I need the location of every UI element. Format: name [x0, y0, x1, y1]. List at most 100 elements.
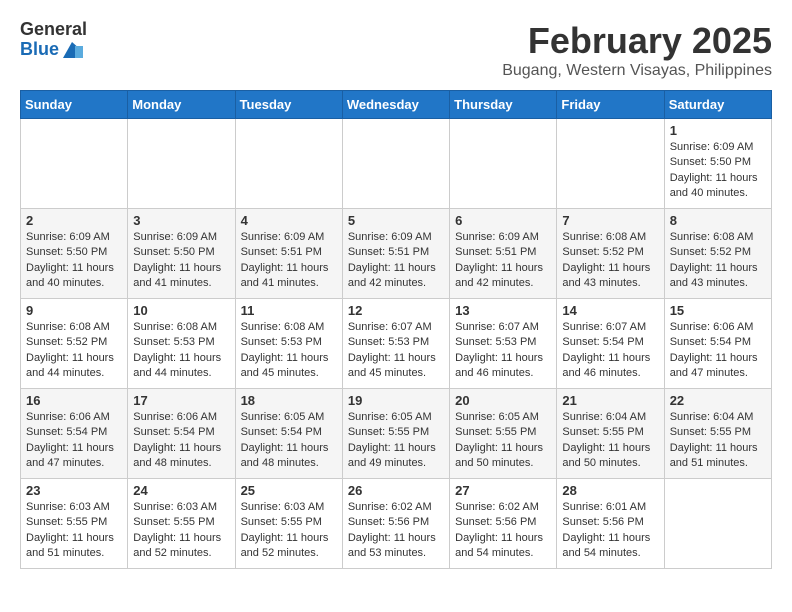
calendar-cell: 10 Sunrise: 6:08 AM Sunset: 5:53 PM Dayl… [128, 299, 235, 389]
sunset-label: Sunset: 5:50 PM [670, 156, 751, 168]
sunrise-label: Sunrise: 6:05 AM [241, 411, 325, 423]
day-number: 21 [562, 393, 658, 408]
day-number: 3 [133, 213, 229, 228]
day-info: Sunrise: 6:07 AM Sunset: 5:53 PM Dayligh… [348, 320, 444, 382]
day-number: 20 [455, 393, 551, 408]
calendar-table: SundayMondayTuesdayWednesdayThursdayFrid… [20, 90, 772, 569]
sunrise-label: Sunrise: 6:03 AM [133, 501, 217, 513]
calendar-cell: 16 Sunrise: 6:06 AM Sunset: 5:54 PM Dayl… [21, 389, 128, 479]
calendar-cell: 18 Sunrise: 6:05 AM Sunset: 5:54 PM Dayl… [235, 389, 342, 479]
day-number: 9 [26, 303, 122, 318]
day-number: 28 [562, 483, 658, 498]
logo-icon [61, 40, 83, 60]
sunrise-label: Sunrise: 6:07 AM [348, 321, 432, 333]
sunrise-label: Sunrise: 6:09 AM [670, 141, 754, 153]
logo: General Blue [20, 20, 87, 60]
sunset-label: Sunset: 5:51 PM [241, 246, 322, 258]
sunrise-label: Sunrise: 6:08 AM [241, 321, 325, 333]
sunrise-label: Sunrise: 6:03 AM [26, 501, 110, 513]
sunset-label: Sunset: 5:53 PM [348, 336, 429, 348]
day-info: Sunrise: 6:08 AM Sunset: 5:53 PM Dayligh… [241, 320, 337, 382]
sunset-label: Sunset: 5:50 PM [26, 246, 107, 258]
calendar-cell: 4 Sunrise: 6:09 AM Sunset: 5:51 PM Dayli… [235, 209, 342, 299]
day-number: 15 [670, 303, 766, 318]
daylight-label: Daylight: 11 hours and 40 minutes. [26, 262, 114, 289]
sunset-label: Sunset: 5:55 PM [133, 516, 214, 528]
sunrise-label: Sunrise: 6:02 AM [348, 501, 432, 513]
day-info: Sunrise: 6:09 AM Sunset: 5:50 PM Dayligh… [670, 140, 766, 202]
calendar-cell: 7 Sunrise: 6:08 AM Sunset: 5:52 PM Dayli… [557, 209, 664, 299]
sunrise-label: Sunrise: 6:07 AM [455, 321, 539, 333]
day-info: Sunrise: 6:09 AM Sunset: 5:51 PM Dayligh… [348, 230, 444, 292]
daylight-label: Daylight: 11 hours and 41 minutes. [241, 262, 329, 289]
day-info: Sunrise: 6:02 AM Sunset: 5:56 PM Dayligh… [348, 500, 444, 562]
day-number: 16 [26, 393, 122, 408]
calendar-cell: 21 Sunrise: 6:04 AM Sunset: 5:55 PM Dayl… [557, 389, 664, 479]
day-number: 4 [241, 213, 337, 228]
title-block: February 2025 Bugang, Western Visayas, P… [502, 20, 772, 80]
day-number: 23 [26, 483, 122, 498]
sunrise-label: Sunrise: 6:09 AM [26, 231, 110, 243]
day-number: 19 [348, 393, 444, 408]
day-info: Sunrise: 6:05 AM Sunset: 5:55 PM Dayligh… [348, 410, 444, 472]
calendar-week-row: 16 Sunrise: 6:06 AM Sunset: 5:54 PM Dayl… [21, 389, 772, 479]
calendar-cell [450, 119, 557, 209]
calendar-cell: 25 Sunrise: 6:03 AM Sunset: 5:55 PM Dayl… [235, 479, 342, 569]
page-header: General Blue February 2025 Bugang, Weste… [20, 20, 772, 80]
daylight-label: Daylight: 11 hours and 54 minutes. [562, 532, 650, 559]
calendar-cell [21, 119, 128, 209]
day-number: 14 [562, 303, 658, 318]
weekday-header-tuesday: Tuesday [235, 91, 342, 119]
sunset-label: Sunset: 5:56 PM [455, 516, 536, 528]
sunrise-label: Sunrise: 6:09 AM [455, 231, 539, 243]
calendar-cell: 6 Sunrise: 6:09 AM Sunset: 5:51 PM Dayli… [450, 209, 557, 299]
sunset-label: Sunset: 5:54 PM [241, 426, 322, 438]
sunrise-label: Sunrise: 6:04 AM [670, 411, 754, 423]
day-info: Sunrise: 6:05 AM Sunset: 5:54 PM Dayligh… [241, 410, 337, 472]
day-number: 7 [562, 213, 658, 228]
daylight-label: Daylight: 11 hours and 46 minutes. [562, 352, 650, 379]
logo-blue: Blue [20, 40, 59, 60]
sunrise-label: Sunrise: 6:08 AM [26, 321, 110, 333]
calendar-cell: 19 Sunrise: 6:05 AM Sunset: 5:55 PM Dayl… [342, 389, 449, 479]
calendar-cell: 14 Sunrise: 6:07 AM Sunset: 5:54 PM Dayl… [557, 299, 664, 389]
day-number: 12 [348, 303, 444, 318]
day-info: Sunrise: 6:08 AM Sunset: 5:52 PM Dayligh… [26, 320, 122, 382]
sunrise-label: Sunrise: 6:01 AM [562, 501, 646, 513]
day-number: 6 [455, 213, 551, 228]
calendar-cell: 26 Sunrise: 6:02 AM Sunset: 5:56 PM Dayl… [342, 479, 449, 569]
calendar-cell [664, 479, 771, 569]
day-info: Sunrise: 6:02 AM Sunset: 5:56 PM Dayligh… [455, 500, 551, 562]
day-info: Sunrise: 6:09 AM Sunset: 5:50 PM Dayligh… [26, 230, 122, 292]
sunrise-label: Sunrise: 6:05 AM [455, 411, 539, 423]
day-number: 25 [241, 483, 337, 498]
sunset-label: Sunset: 5:53 PM [133, 336, 214, 348]
month-title: February 2025 [502, 20, 772, 62]
sunset-label: Sunset: 5:55 PM [455, 426, 536, 438]
daylight-label: Daylight: 11 hours and 54 minutes. [455, 532, 543, 559]
daylight-label: Daylight: 11 hours and 40 minutes. [670, 172, 758, 199]
day-info: Sunrise: 6:08 AM Sunset: 5:53 PM Dayligh… [133, 320, 229, 382]
calendar-cell: 8 Sunrise: 6:08 AM Sunset: 5:52 PM Dayli… [664, 209, 771, 299]
weekday-header-thursday: Thursday [450, 91, 557, 119]
sunset-label: Sunset: 5:52 PM [670, 246, 751, 258]
calendar-cell: 1 Sunrise: 6:09 AM Sunset: 5:50 PM Dayli… [664, 119, 771, 209]
day-number: 10 [133, 303, 229, 318]
sunrise-label: Sunrise: 6:09 AM [241, 231, 325, 243]
weekday-header-sunday: Sunday [21, 91, 128, 119]
sunset-label: Sunset: 5:55 PM [26, 516, 107, 528]
weekday-header-friday: Friday [557, 91, 664, 119]
day-info: Sunrise: 6:06 AM Sunset: 5:54 PM Dayligh… [133, 410, 229, 472]
day-number: 5 [348, 213, 444, 228]
calendar-cell: 27 Sunrise: 6:02 AM Sunset: 5:56 PM Dayl… [450, 479, 557, 569]
daylight-label: Daylight: 11 hours and 43 minutes. [562, 262, 650, 289]
sunset-label: Sunset: 5:53 PM [455, 336, 536, 348]
daylight-label: Daylight: 11 hours and 44 minutes. [26, 352, 114, 379]
calendar-cell: 5 Sunrise: 6:09 AM Sunset: 5:51 PM Dayli… [342, 209, 449, 299]
daylight-label: Daylight: 11 hours and 48 minutes. [133, 442, 221, 469]
daylight-label: Daylight: 11 hours and 45 minutes. [348, 352, 436, 379]
daylight-label: Daylight: 11 hours and 47 minutes. [26, 442, 114, 469]
calendar-week-row: 9 Sunrise: 6:08 AM Sunset: 5:52 PM Dayli… [21, 299, 772, 389]
day-number: 26 [348, 483, 444, 498]
sunrise-label: Sunrise: 6:06 AM [133, 411, 217, 423]
